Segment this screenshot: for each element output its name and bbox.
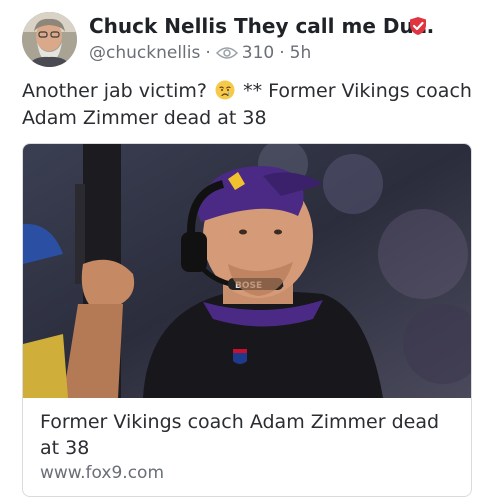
view-count: 310	[241, 43, 275, 63]
meta-separator: ·	[279, 43, 285, 63]
crying-face-emoji-icon	[215, 80, 235, 100]
post-text-start: Another jab victim?	[22, 80, 208, 102]
post-age: 5h	[289, 43, 312, 63]
meta-separator: ·	[205, 43, 211, 63]
link-card-image: BOSE	[23, 144, 471, 398]
author-handle[interactable]: @chucknellis	[89, 41, 200, 65]
post-body: Another jab victim? ** Former Vikings co…	[22, 78, 472, 132]
link-card-domain: www.fox9.com	[40, 463, 165, 483]
link-card[interactable]: BOSE Former Vikings coach Adam Zimmer de…	[22, 143, 472, 497]
eye-icon	[215, 47, 238, 59]
link-card-title[interactable]: Former Vikings coach Adam Zimmer dead at…	[40, 409, 460, 461]
post-meta: @chucknellis · 310 · 5h	[89, 41, 311, 65]
author-name[interactable]: Chuck Nellis They call me Du...	[89, 12, 434, 40]
verified-shield-icon	[410, 17, 426, 35]
post: Chuck Nellis They call me Du... @chuckne…	[0, 0, 490, 500]
author-avatar[interactable]	[22, 12, 77, 67]
